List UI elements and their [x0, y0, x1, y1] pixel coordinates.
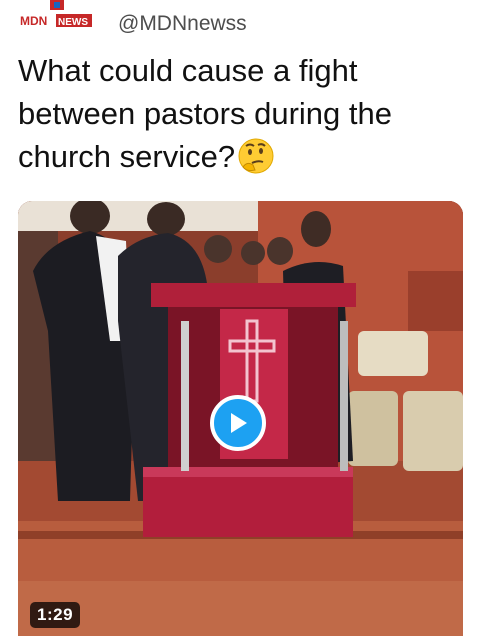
mdn-logo-icon: MDN NEWS — [20, 0, 92, 28]
thinking-face-icon — [237, 137, 275, 175]
user-handle[interactable]: @MDNnewss — [118, 12, 247, 36]
svg-text:NEWS: NEWS — [58, 17, 88, 28]
account-avatar[interactable]: MDN NEWS — [20, 0, 98, 30]
video-duration: 1:29 — [30, 602, 81, 628]
play-icon — [231, 413, 247, 433]
video-player[interactable]: 1:29 — [18, 201, 463, 636]
tweet-text: What could cause a fight between pastors… — [18, 49, 458, 178]
tweet-body: What could cause a fight between pastors… — [18, 53, 392, 174]
svg-text:MDN: MDN — [20, 14, 47, 28]
play-button[interactable] — [210, 395, 266, 451]
